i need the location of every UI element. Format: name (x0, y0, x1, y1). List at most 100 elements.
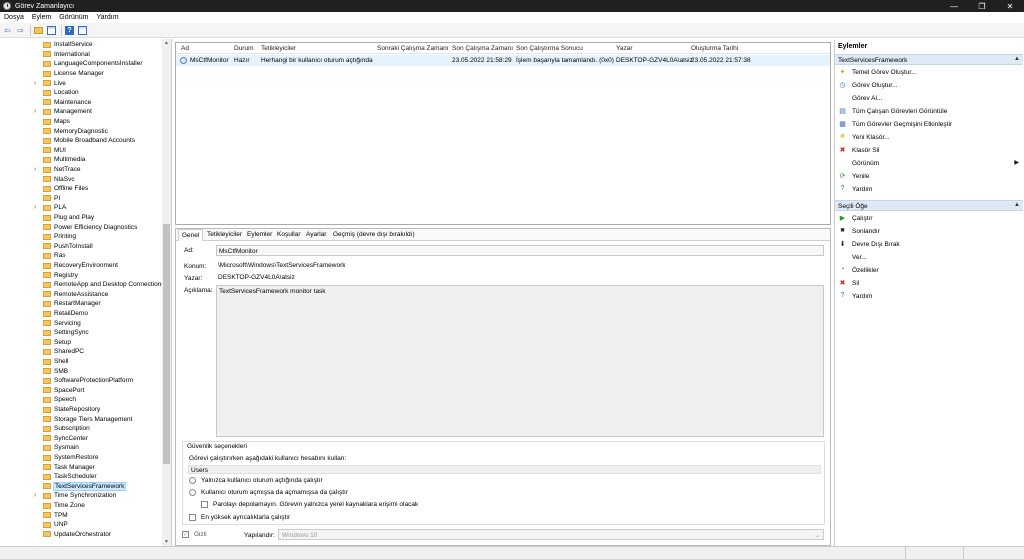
tree-item[interactable]: Registry (0, 270, 162, 280)
tree-item[interactable]: Storage Tiers Management (0, 414, 162, 424)
collapse-icon[interactable]: ▲ (1014, 202, 1020, 208)
tree-item[interactable]: NlaSvc (0, 174, 162, 184)
tree-item[interactable]: Servicing (0, 318, 162, 328)
action-item[interactable]: ⬇ Devre Dışı Bırak (835, 238, 1023, 250)
tree-item[interactable]: Multimedia (0, 155, 162, 165)
tab-settings[interactable]: Ayarlar (306, 231, 326, 238)
column-header-name[interactable]: Ad (181, 45, 189, 52)
tree-item[interactable]: SyncCenter (0, 434, 162, 444)
column-header-status[interactable]: Durum (234, 45, 254, 52)
folder-up-button[interactable] (33, 25, 44, 36)
tree-item[interactable]: RestartManager (0, 299, 162, 309)
action-item[interactable]: Ver... (835, 251, 1023, 263)
tree-item[interactable]: SystemRestore (0, 453, 162, 463)
tree-item[interactable]: Maps (0, 117, 162, 127)
scroll-down-icon[interactable]: ▼ (162, 538, 171, 546)
action-item[interactable]: ◷ Görev Oluştur... (835, 79, 1023, 91)
tree-item[interactable]: SMB (0, 366, 162, 376)
action-item[interactable]: ▤ Tüm Çalışan Görevleri Görüntüle (835, 105, 1023, 117)
menu-action[interactable]: Eylem (32, 14, 51, 21)
tree-item[interactable]: SettingSync (0, 328, 162, 338)
tab-triggers[interactable]: Tetikleyiciler (207, 231, 242, 238)
chevron-right-icon[interactable]: › (34, 492, 36, 499)
checkbox-no-password[interactable]: Parolayı depolamayın. Görevin yalnızca y… (201, 501, 418, 508)
tree-item[interactable]: › PLA (0, 203, 162, 213)
chevron-right-icon[interactable]: › (34, 204, 36, 211)
tree-item[interactable]: SoftwareProtectionPlatform (0, 376, 162, 386)
action-item[interactable]: Görev Al... (835, 92, 1023, 104)
tree-item[interactable]: › Time Synchronization (0, 491, 162, 501)
tree-item[interactable]: Shell (0, 357, 162, 367)
action-item[interactable]: ⟳ Yenile (835, 170, 1023, 182)
action-item[interactable]: ✖ Sil (835, 277, 1023, 289)
description-field[interactable]: TextServicesFramework monitor task (216, 285, 824, 437)
action-item[interactable]: ■ Sonlandır (835, 225, 1023, 237)
tree-item[interactable]: UpdateOrchestrator (0, 530, 162, 540)
tree-item[interactable]: Ras (0, 251, 162, 261)
checkbox-highest-privileges[interactable]: En yüksek ayrıcalıklarla çalıştır (189, 514, 290, 521)
tree-item[interactable]: › Live (0, 78, 162, 88)
tab-history[interactable]: Geçmiş (devre dışı bırakıldı) (333, 231, 415, 238)
action-item[interactable]: ■ Yeni Klasör... (835, 131, 1023, 143)
tree-item[interactable]: Mobile Broadband Accounts (0, 136, 162, 146)
tree-item[interactable]: TextServicesFramework (0, 481, 162, 492)
menu-file[interactable]: Dosya (4, 14, 24, 21)
tree-item[interactable]: Printing (0, 232, 162, 242)
minimize-button[interactable]: — (940, 0, 968, 12)
column-header-author[interactable]: Yazar (616, 45, 633, 52)
tree-item[interactable]: Time Zone (0, 501, 162, 511)
column-header-next-run[interactable]: Sonraki Çalışma Zamanı (377, 45, 449, 52)
action-item[interactable]: ▦ Tüm Görevler Geçmişini Etkinleştir (835, 118, 1023, 130)
name-field[interactable]: MsCtfMonitor (216, 245, 824, 256)
action-item[interactable]: Görünüm ▶ (835, 157, 1023, 169)
chevron-right-icon[interactable]: › (34, 108, 36, 115)
action-item[interactable]: ▶ Çalıştır (835, 212, 1023, 224)
radio-run-logged-on[interactable]: Yalnızca kullanıcı oturum açtığında çalı… (189, 477, 323, 484)
tree-item[interactable]: › NetTrace (0, 165, 162, 175)
column-header-last-result[interactable]: Son Çalıştırma Sonucu (516, 45, 583, 52)
scroll-thumb[interactable] (163, 224, 170, 464)
actions-section-folder[interactable]: TextServicesFramework ▲ (835, 54, 1023, 65)
action-item[interactable]: ✦ Temel Görev Oluştur... (835, 66, 1023, 78)
action-item[interactable]: ? Yardım (835, 290, 1023, 302)
tree-item[interactable]: SpacePort (0, 386, 162, 396)
tree-item[interactable]: PI (0, 194, 162, 204)
close-button[interactable]: ✕ (996, 0, 1024, 12)
tree-item[interactable]: TaskScheduler (0, 472, 162, 482)
tree-item[interactable]: StateRepository (0, 405, 162, 415)
tree-item[interactable]: MUI (0, 146, 162, 156)
tree-item[interactable]: UNP (0, 520, 162, 530)
scroll-up-icon[interactable]: ▲ (162, 39, 171, 47)
tree-item[interactable]: Task Manager (0, 462, 162, 472)
tree-item[interactable]: Power Efficiency Diagnostics (0, 222, 162, 232)
tree-item[interactable]: International (0, 50, 162, 60)
actions-section-selected[interactable]: Seçili Öğe ▲ (835, 200, 1023, 211)
tree-item[interactable]: PushToInstall (0, 242, 162, 252)
tree-item[interactable]: Subscription (0, 424, 162, 434)
tree-item[interactable]: SharedPC (0, 347, 162, 357)
back-button[interactable]: ⇦ (2, 25, 13, 36)
chevron-right-icon[interactable]: › (34, 80, 36, 87)
tree-item[interactable]: Sysmain (0, 443, 162, 453)
configure-for-select[interactable]: Windows 10 ⌄ (278, 529, 824, 540)
tree-item[interactable]: InstallService (0, 40, 162, 50)
tree-item[interactable]: Speech (0, 395, 162, 405)
show-hide-console-tree-button[interactable] (46, 25, 57, 36)
tree-item[interactable]: TPM (0, 510, 162, 520)
checkbox-hidden[interactable]: ✓ Gizli (182, 531, 207, 538)
show-action-pane-button[interactable] (77, 25, 88, 36)
tree-scrollbar[interactable]: ▲ ▼ (162, 39, 171, 546)
tree-item[interactable]: MemoryDiagnostic (0, 126, 162, 136)
maximize-button[interactable]: ❐ (968, 0, 996, 12)
menu-help[interactable]: Yardım (96, 14, 118, 21)
table-row[interactable]: MsCtfMonitor Hazır Herhangi bir kullanıc… (176, 55, 830, 66)
tree-item[interactable]: Maintenance (0, 98, 162, 108)
column-header-triggers[interactable]: Tetikleyiciler (261, 45, 296, 52)
tree-item[interactable]: RecoveryEnvironment (0, 261, 162, 271)
tree-item[interactable]: License Manager (0, 69, 162, 79)
collapse-icon[interactable]: ▲ (1014, 56, 1020, 62)
tree-item[interactable]: Setup (0, 338, 162, 348)
radio-run-whether-logged-on[interactable]: Kullanıcı oturum açmışsa da açmamışsa da… (189, 489, 348, 496)
tab-general[interactable]: Genel (178, 229, 204, 241)
tree-item[interactable]: Location (0, 88, 162, 98)
